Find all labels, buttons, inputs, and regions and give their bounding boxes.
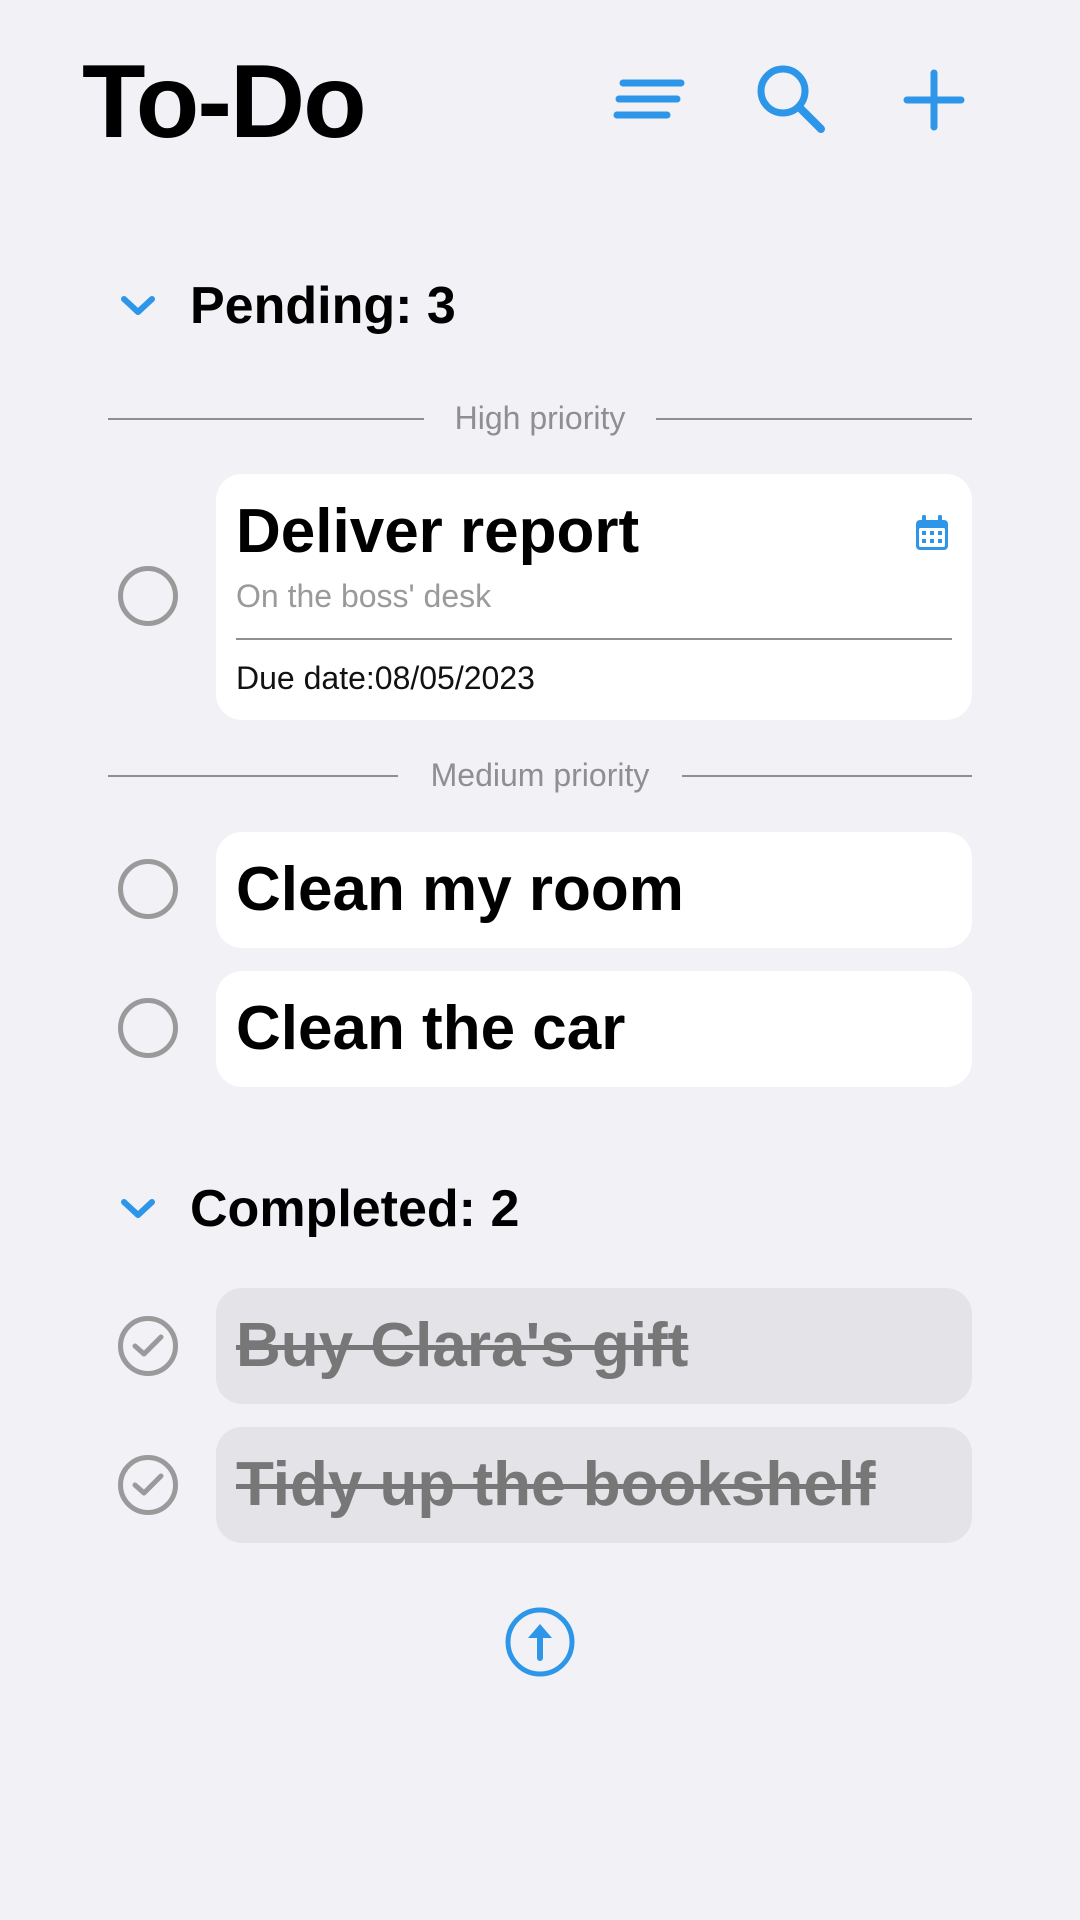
arrow-up-circle-icon[interactable] (504, 1606, 576, 1678)
card-divider (236, 638, 952, 640)
task-description: On the boss' desk (236, 578, 492, 614)
task-title: Deliver report (236, 497, 640, 566)
task-checkbox[interactable] (118, 566, 178, 626)
task-checkbox[interactable] (118, 859, 178, 919)
completed-task-card[interactable]: Buy Clara's gift (216, 1288, 972, 1404)
plus-icon[interactable] (894, 60, 974, 140)
due-date: Due date:08/05/2023 (236, 660, 535, 697)
task-title: Tidy up the bookshelf (236, 1450, 876, 1519)
checkmark-icon (132, 1473, 164, 1496)
due-date-label: Due date: (236, 660, 375, 696)
task-title: Clean my room (236, 855, 684, 924)
task-card[interactable]: Clean my room (216, 832, 972, 948)
completed-section-title: Completed: 2 (190, 1180, 520, 1238)
pending-section-header: Pending: 3 (110, 266, 456, 346)
priority-divider-high: High priority (108, 398, 972, 438)
task-checkbox-checked[interactable] (118, 1316, 178, 1376)
calendar-icon[interactable] (914, 514, 950, 557)
completed-section-header: Completed: 2 (110, 1169, 519, 1249)
task-title: Buy Clara's gift (236, 1311, 689, 1380)
completed-task-card[interactable]: Tidy up the bookshelf (216, 1427, 972, 1543)
priority-divider-medium: Medium priority (108, 755, 972, 795)
search-icon[interactable] (752, 60, 832, 140)
task-checkbox-checked[interactable] (118, 1455, 178, 1515)
checkmark-icon (132, 1334, 164, 1357)
pending-section-title: Pending: 3 (190, 277, 456, 335)
app-title: To-Do (82, 44, 367, 160)
chevron-down-icon[interactable] (110, 1181, 166, 1237)
task-card[interactable]: Deliver report On the boss' desk Due dat… (216, 474, 972, 720)
sort-lines-icon[interactable] (610, 60, 690, 140)
chevron-down-icon[interactable] (110, 278, 166, 334)
due-date-value: 08/05/2023 (374, 660, 535, 696)
task-checkbox[interactable] (118, 998, 178, 1058)
task-title: Clean the car (236, 994, 626, 1063)
task-card[interactable]: Clean the car (216, 971, 972, 1087)
